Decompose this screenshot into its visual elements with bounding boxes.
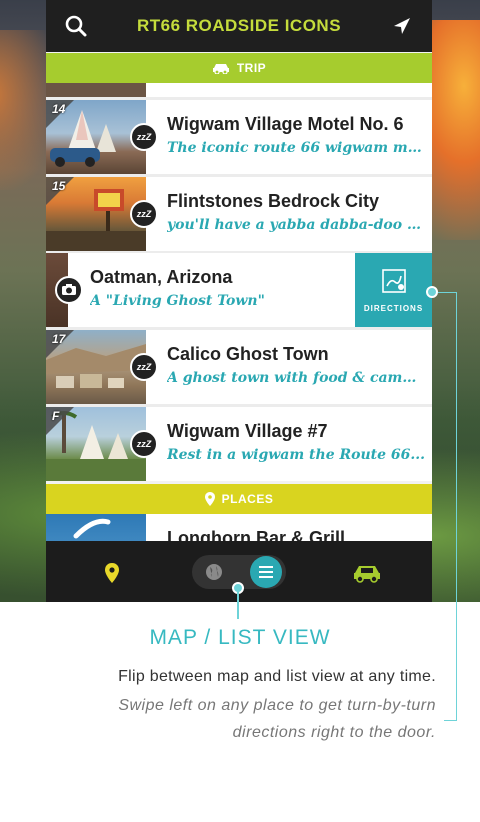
item-number: F xyxy=(52,409,60,423)
places-section-header: PLACES xyxy=(46,484,432,514)
list-item-flintstones-bedrock-city[interactable]: 15 zzZ Flintstones Bedrock City you'll h… xyxy=(46,177,432,251)
place-name: Calico Ghost Town xyxy=(167,344,329,364)
app-title: RT66 ROADSIDE ICONS xyxy=(136,16,342,35)
place-name: Flintstones Bedrock City xyxy=(167,191,380,211)
place-name: Wigwam Village Motel No. 6 xyxy=(167,114,404,134)
caption-title: MAP / LIST VIEW xyxy=(149,626,331,649)
list-item-longhorn-bar-grill[interactable]: Longhorn Bar & Grill xyxy=(46,514,432,542)
callout-dot-directions xyxy=(426,286,438,298)
place-thumbnail xyxy=(46,514,146,542)
map-pin-icon[interactable] xyxy=(98,559,126,587)
phone-screen: RT66 ROADSIDE ICONS TRIP 14 zzZ Wigwam V… xyxy=(46,0,432,602)
directions-map-icon xyxy=(381,268,407,298)
sleep-zzz-icon: zzZ xyxy=(130,430,158,458)
place-tagline: A ghost town with food & campin... xyxy=(167,370,425,386)
list-item-wigwam-village-7[interactable]: F zzZ Wigwam Village #7 Rest in a wigwam… xyxy=(46,407,432,481)
place-tagline: A "Living Ghost Town" xyxy=(90,293,265,309)
caption-line-2: Swipe left on any place to get turn-by-t… xyxy=(118,697,436,714)
place-name: Longhorn Bar & Grill xyxy=(167,528,345,542)
callout-line-toggle xyxy=(237,589,239,619)
globe-icon[interactable] xyxy=(204,562,224,582)
car-icon[interactable] xyxy=(352,561,382,585)
sleep-zzz-icon: zzZ xyxy=(130,200,158,228)
number-corner xyxy=(46,407,74,435)
camera-icon xyxy=(55,276,83,304)
caption-line-1: Flip between map and list view at any ti… xyxy=(118,668,436,685)
list-item-wigwam-village-6[interactable]: 14 zzZ Wigwam Village Motel No. 6 The ic… xyxy=(46,100,432,174)
list-item-partial xyxy=(46,83,432,97)
map-pin-icon xyxy=(204,492,215,506)
place-name: Oatman, Arizona xyxy=(90,267,233,287)
caption-line-3: directions right to the door. xyxy=(232,724,436,741)
callout-line-directions-vertical xyxy=(456,292,457,720)
callout-line-directions xyxy=(438,292,456,293)
sleep-zzz-icon: zzZ xyxy=(130,123,158,151)
place-tagline: The iconic route 66 wigwam motel! xyxy=(167,140,425,156)
trip-section-label: TRIP xyxy=(236,61,267,75)
list-item-oatman-arizona[interactable]: Oatman, Arizona A "Living Ghost Town" xyxy=(55,253,376,327)
trip-section-header: TRIP xyxy=(46,53,432,83)
callout-line-directions-end xyxy=(444,720,457,721)
place-tagline: Rest in a wigwam the Route 66... xyxy=(167,447,425,463)
place-thumbnail xyxy=(46,83,146,97)
item-number: 14 xyxy=(52,102,66,116)
list-icon[interactable] xyxy=(250,556,282,588)
sleep-zzz-icon: zzZ xyxy=(130,353,158,381)
item-number: 15 xyxy=(52,179,66,193)
place-tagline: you'll have a yabba dabba-doo ti... xyxy=(167,217,425,233)
item-number: 17 xyxy=(52,332,66,346)
directions-label: DIRECTIONS xyxy=(363,303,424,313)
places-section-label: PLACES xyxy=(221,492,274,506)
place-name: Wigwam Village #7 xyxy=(167,421,328,441)
location-arrow-icon[interactable] xyxy=(388,12,416,40)
directions-button[interactable]: DIRECTIONS xyxy=(355,253,432,327)
top-bar: RT66 ROADSIDE ICONS xyxy=(46,0,432,52)
list-item-calico-ghost-town[interactable]: 17 zzZ Calico Ghost Town A ghost town wi… xyxy=(46,330,432,404)
car-icon xyxy=(212,62,230,74)
